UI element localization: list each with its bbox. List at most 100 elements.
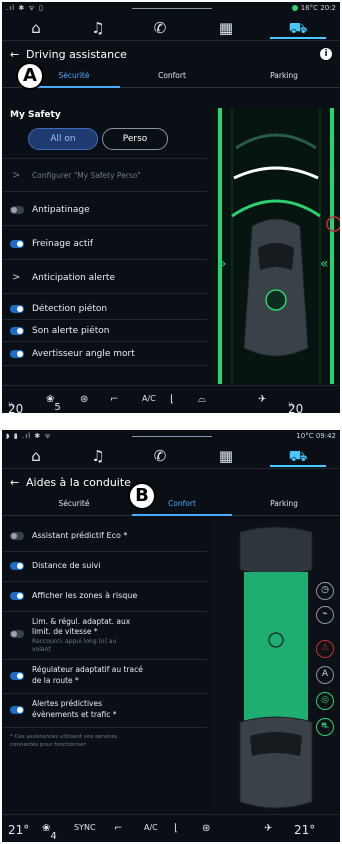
row-label: Alertes prédictives: [32, 699, 103, 708]
fan-level[interactable]: ❀ 5: [46, 394, 61, 413]
a-icon: A: [316, 666, 334, 684]
climate-bar: 20 ½ ❀ 5 ⊛ ⌐ A/C ⌊ ⌓ ✈ 20 ½: [2, 385, 340, 413]
signal-icons: .ıl ✱ ᯤ ▯: [6, 4, 44, 12]
tab-bar: Sécurité Confort Parking: [2, 494, 340, 516]
list-item[interactable]: Assistant prédictif Eco *: [2, 522, 207, 552]
list-item[interactable]: > Anticipation alerte: [2, 264, 207, 294]
row-label: Freinage actif: [32, 239, 94, 249]
top-nav: ⌂ ♫ ✆ ▦ ⛟: [2, 15, 340, 41]
connection-dot-icon: [291, 5, 298, 11]
toggle-switch[interactable]: [10, 672, 24, 680]
signal-icons: ◗ ▮ .ıl ✱ ᯤ: [6, 432, 52, 440]
climate-bar: 21° ❀ 4 SYNC ⌐ A/C ⌊ ⊛ ✈ 21°: [2, 814, 340, 842]
row-label: Son alerte piéton: [32, 326, 110, 336]
defrost-icon[interactable]: ⌓: [198, 394, 206, 405]
row-label: Régulateur adaptatif au tracé: [32, 665, 143, 674]
list-item[interactable]: Alertes prédictives évènements et trafic…: [2, 694, 207, 728]
active-tab-underline: [132, 514, 232, 516]
list-item[interactable]: Lim. & régul. adaptat. aux limit. de vit…: [2, 612, 207, 660]
toggle-switch[interactable]: [10, 240, 24, 248]
steering-heat-icon[interactable]: ⊛: [202, 823, 210, 834]
car-icon[interactable]: ⛟: [270, 17, 326, 39]
music-icon[interactable]: ♫: [70, 17, 126, 39]
warning-icon: ⚠: [316, 640, 334, 658]
section-title: My Safety: [10, 110, 61, 120]
home-icon[interactable]: ⌂: [8, 445, 64, 467]
toggle-switch[interactable]: [10, 706, 24, 714]
row-label: Détection piéton: [32, 304, 108, 314]
toggle-switch[interactable]: [10, 305, 24, 313]
temp-left[interactable]: 21°: [8, 823, 29, 837]
divider: [2, 158, 207, 159]
chevron-right-icon: >: [12, 170, 21, 181]
car-sensor-view: ◷ ⌁ ⚠ A ◎ ⛐: [212, 522, 340, 812]
phone-icon[interactable]: ✆: [132, 445, 188, 467]
steering-heat-icon[interactable]: ⊛: [80, 394, 88, 405]
seat-heat-icon[interactable]: ⌐: [114, 823, 122, 834]
toggle-switch[interactable]: [10, 350, 24, 358]
fan-icon[interactable]: ✈: [258, 394, 266, 405]
toggle-switch[interactable]: [10, 592, 24, 600]
list-item[interactable]: Antipatinage: [2, 196, 207, 226]
toggle-switch[interactable]: [10, 630, 24, 638]
toggle-switch[interactable]: [10, 327, 24, 335]
apps-grid-icon[interactable]: ▦: [198, 445, 254, 467]
svg-text:«: «: [320, 256, 329, 272]
tab-securite[interactable]: Sécurité: [24, 499, 124, 508]
callout-badge: B: [128, 482, 156, 510]
list-item[interactable]: Distance de suivi: [2, 552, 207, 582]
toggle-switch[interactable]: [10, 206, 24, 214]
car-sensor-view: » «: [212, 108, 340, 384]
temp-right[interactable]: 21°: [294, 823, 315, 837]
active-tab-underline: [32, 86, 120, 88]
all-on-button[interactable]: All on: [28, 128, 98, 150]
toggle-switch[interactable]: [10, 532, 24, 540]
list-item[interactable]: Avertisseur angle mort: [2, 342, 207, 366]
status-bar: ◗ ▮ .ıl ✱ ᯤ 10°C 09:42: [2, 430, 340, 442]
home-icon[interactable]: ⌂: [8, 17, 64, 39]
list-item[interactable]: Régulateur adaptatif au tracé de la rout…: [2, 660, 207, 694]
back-arrow-icon[interactable]: ←: [10, 476, 19, 489]
tab-parking[interactable]: Parking: [234, 71, 334, 80]
list-item[interactable]: Son alerte piéton: [2, 320, 207, 342]
seat-heat-icon[interactable]: ⌐: [110, 394, 118, 405]
row-label-line2: évènements et trafic *: [32, 710, 117, 719]
phone-icon[interactable]: ✆: [132, 17, 188, 39]
rear-seat-icon[interactable]: ⌊: [174, 823, 178, 834]
list-item[interactable]: Détection piéton: [2, 298, 207, 320]
music-icon[interactable]: ♫: [70, 445, 126, 467]
tab-bar: Sécurité Confort Parking: [2, 66, 340, 88]
car-icon[interactable]: ⛟: [270, 445, 326, 467]
back-arrow-icon[interactable]: ←: [10, 48, 19, 61]
configure-label: Configurer "My Safety Perso": [32, 171, 141, 180]
page-title: Aides à la conduite: [26, 476, 131, 489]
row-label: Assistant prédictif Eco *: [32, 531, 128, 540]
row-hint: Raccourci: appui long [o] au: [32, 638, 117, 645]
toggle-switch[interactable]: [10, 562, 24, 570]
list-item[interactable]: Freinage actif: [2, 230, 207, 260]
rear-seat-icon[interactable]: ⌊: [170, 394, 174, 405]
ac-button[interactable]: A/C: [142, 394, 156, 403]
configure-row[interactable]: > Configurer "My Safety Perso": [2, 162, 207, 192]
footnote-line2: connectés pour fonctionner: [10, 742, 86, 748]
info-icon[interactable]: i: [320, 48, 332, 60]
tab-confort[interactable]: Confort: [122, 71, 222, 80]
apps-grid-icon[interactable]: ▦: [198, 17, 254, 39]
footnote: * Ces assistances utilisent vos services: [10, 734, 118, 740]
row-label: Afficher les zones à risque: [32, 591, 138, 600]
list-item[interactable]: Afficher les zones à risque: [2, 582, 207, 612]
page-header: ← Driving assistance i: [2, 46, 340, 64]
fan-level[interactable]: ❀ 4: [42, 823, 57, 842]
tab-parking[interactable]: Parking: [234, 499, 334, 508]
fan-icon[interactable]: ✈: [264, 823, 272, 834]
perso-button[interactable]: Perso: [102, 128, 168, 150]
row-label-line2: limit. de vitesse *: [32, 627, 98, 636]
sign-icon: ⌁: [316, 606, 334, 624]
callout-badge: A: [16, 62, 44, 90]
sync-button[interactable]: SYNC: [74, 823, 96, 832]
row-label: Distance de suivi: [32, 561, 101, 570]
ac-button[interactable]: A/C: [144, 823, 158, 832]
row-label: Antipatinage: [32, 205, 90, 215]
svg-text:»: »: [218, 256, 227, 272]
panel-aides-conduite: ◗ ▮ .ıl ✱ ᯤ 10°C 09:42 ⌂ ♫ ✆ ▦ ⛟ ← Aides…: [2, 430, 340, 842]
